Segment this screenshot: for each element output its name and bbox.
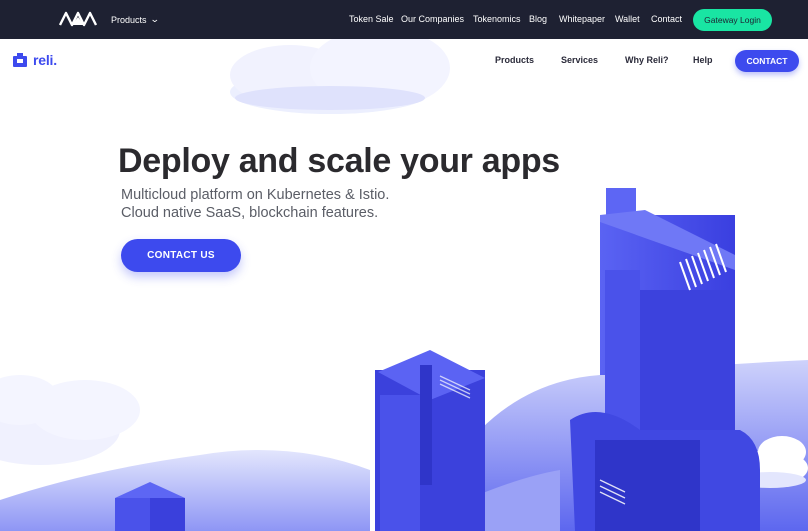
top-bar: Products ⌄ Token Sale Our Companies Toke… <box>0 0 808 39</box>
toplink-token-sale[interactable]: Token Sale <box>349 14 394 24</box>
contact-us-button[interactable]: CONTACT US <box>121 239 241 272</box>
brand-name: reli. <box>33 52 57 68</box>
cloud-top <box>230 28 450 114</box>
hero-subtitle-line1: Multicloud platform on Kubernetes & Isti… <box>121 187 390 203</box>
toplink-our-companies[interactable]: Our Companies <box>401 14 464 24</box>
nav-services[interactable]: Services <box>561 55 598 65</box>
toplink-wallet[interactable]: Wallet <box>615 14 640 24</box>
nav-help[interactable]: Help <box>693 55 713 65</box>
hero-subtitle-line2: Cloud native SaaS, blockchain features. <box>121 205 379 221</box>
company-logo-icon[interactable] <box>58 11 98 27</box>
hero-illustration <box>0 28 808 531</box>
products-dropdown-label: Products <box>111 14 147 25</box>
nav-why-reli[interactable]: Why Reli? <box>625 55 669 65</box>
toplink-blog[interactable]: Blog <box>529 14 547 24</box>
contact-button[interactable]: CONTACT <box>735 50 799 72</box>
brand-logo[interactable]: reli. <box>13 52 57 68</box>
cloud-left <box>0 375 140 465</box>
mid-tower <box>375 350 485 531</box>
toplink-whitepaper[interactable]: Whitepaper <box>559 14 605 24</box>
tall-tower <box>570 188 760 531</box>
nav-products[interactable]: Products <box>495 55 534 65</box>
toplink-tokenomics[interactable]: Tokenomics <box>473 14 521 24</box>
hero-title: Deploy and scale your apps <box>118 142 560 180</box>
reli-logo-icon <box>13 53 27 67</box>
products-dropdown[interactable]: Products ⌄ <box>111 14 160 25</box>
toplink-contact[interactable]: Contact <box>651 14 682 24</box>
chevron-down-icon: ⌄ <box>149 14 160 24</box>
gateway-login-button[interactable]: Gateway Login <box>693 9 772 31</box>
